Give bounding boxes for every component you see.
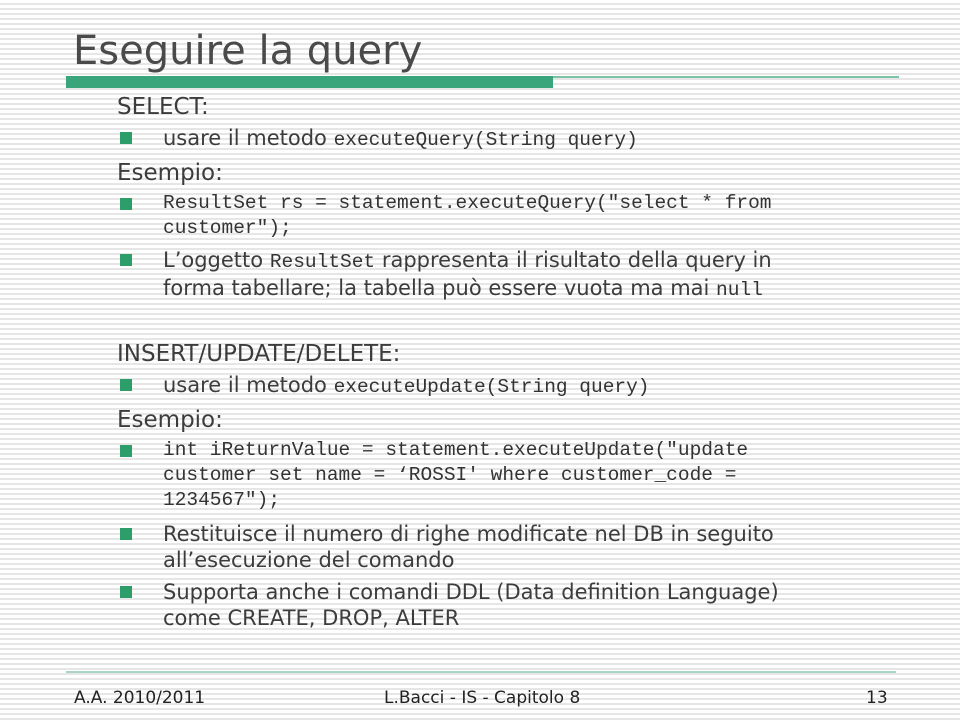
update-example-heading: Esempio:: [117, 407, 223, 433]
bullet-icon: [120, 254, 132, 266]
footer-divider: [66, 671, 896, 673]
bullet-icon: [120, 132, 132, 144]
update-heading: INSERT/UPDATE/DELETE:: [117, 341, 401, 367]
slide-title: Eseguire la query: [73, 28, 423, 74]
update-example-code-line3: 1234567");: [163, 489, 281, 511]
update-example-code-line1: int iReturnValue = statement.executeUpda…: [163, 439, 749, 461]
update-note1-item: Restituisce il numero di righe modificat…: [117, 521, 917, 573]
update-note1-line2: all’esecuzione del comando: [163, 548, 455, 572]
select-example-heading: Esempio:: [117, 160, 223, 186]
select-heading: SELECT:: [117, 94, 209, 120]
update-note1-line1: Restituisce il numero di righe modificat…: [163, 522, 774, 546]
select-example-item: ResultSet rs = statement.executeQuery("s…: [117, 191, 917, 241]
select-note-mid: rappresenta il risultato della query in: [381, 248, 772, 272]
bullet-icon: [120, 586, 132, 598]
select-note-prefix: L’oggetto: [163, 248, 264, 272]
update-note2-line1: Supporta anche i comandi DDL (Data defin…: [163, 580, 779, 604]
select-method-item: usare il metodo executeQuery(String quer…: [117, 125, 917, 158]
select-note-code: ResultSet: [269, 251, 376, 273]
update-method-code: executeUpdate(String query): [333, 376, 650, 398]
bullet-icon: [120, 198, 132, 210]
select-note-item: L’oggetto ResultSet rappresenta il risul…: [117, 247, 917, 303]
footer-course-info: L.Bacci - IS - Capitolo 8: [384, 688, 581, 708]
select-example-code-line2: customer");: [163, 217, 292, 239]
update-example-item: int iReturnValue = statement.executeUpda…: [117, 438, 917, 513]
update-example-code-line2: customer set name = ‘ROSSI' where custom…: [163, 464, 737, 486]
bullet-icon: [120, 445, 132, 457]
slide-body: SELECT: usare il metodo executeQuery(Str…: [117, 92, 917, 631]
footer-page-number: 13: [866, 688, 888, 708]
select-note-null: null: [716, 279, 763, 301]
footer-academic-year: A.A. 2010/2011: [74, 688, 206, 708]
select-method-intro: usare il metodo: [163, 126, 327, 150]
update-method-item: usare il metodo executeUpdate(String que…: [117, 372, 917, 405]
update-method-intro: usare il metodo: [163, 373, 327, 397]
title-underline-thick: [66, 76, 553, 88]
bullet-icon: [120, 379, 132, 391]
update-note2-item: Supporta anche i comandi DDL (Data defin…: [117, 579, 917, 631]
select-note-line2: forma tabellare; la tabella può essere v…: [163, 276, 710, 300]
title-underline-thin: [553, 76, 899, 78]
select-example-code-line1: ResultSet rs = statement.executeQuery("s…: [163, 192, 772, 214]
bullet-icon: [120, 528, 132, 540]
select-method-code: executeQuery(String query): [333, 129, 638, 151]
update-note2-line2: come CREATE, DROP, ALTER: [163, 606, 460, 630]
